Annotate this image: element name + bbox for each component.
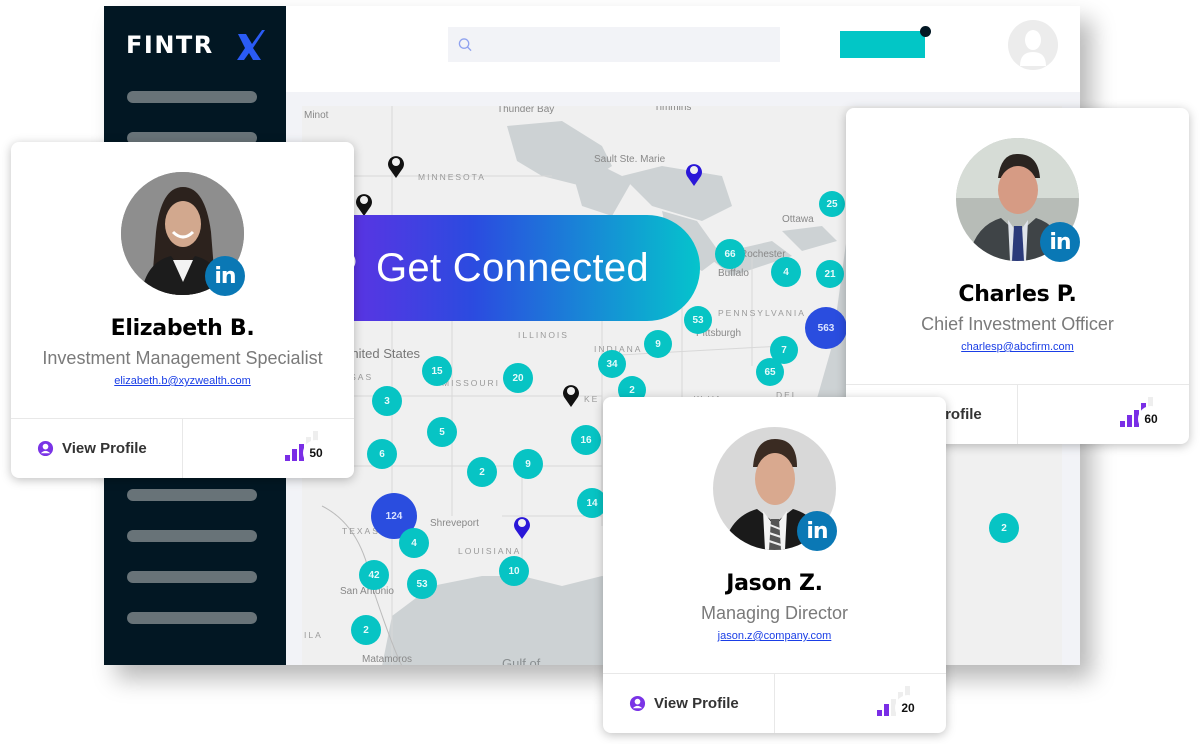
map-cluster[interactable]: 15 bbox=[422, 356, 452, 386]
map-cluster[interactable]: 53 bbox=[407, 569, 437, 599]
top-bar bbox=[286, 6, 1080, 92]
map-cluster[interactable]: 563 bbox=[805, 307, 847, 349]
get-connected-label: Get Connected bbox=[376, 245, 649, 290]
card-footer: View Profile 50 bbox=[11, 418, 354, 478]
map-cluster[interactable]: 2 bbox=[467, 457, 497, 487]
view-profile-label: View Profile bbox=[62, 440, 147, 457]
map-cluster[interactable]: 5 bbox=[427, 417, 457, 447]
profile-email-link[interactable]: elizabeth.b@xyzwealth.com bbox=[11, 375, 354, 387]
engagement-score: 50 bbox=[183, 419, 354, 478]
map-label-timmins: Timmins bbox=[654, 106, 692, 113]
map-cluster[interactable]: 6 bbox=[367, 439, 397, 469]
map-cluster[interactable]: 10 bbox=[499, 556, 529, 586]
view-profile-button[interactable]: View Profile bbox=[11, 419, 183, 478]
map-pin-icon[interactable] bbox=[684, 161, 704, 187]
profile-name: Charles P. bbox=[958, 282, 1077, 307]
view-profile-label: View Profile bbox=[654, 695, 739, 712]
map-pin-icon[interactable] bbox=[512, 514, 532, 540]
linkedin-icon[interactable]: in bbox=[797, 511, 837, 551]
sidebar-item-4[interactable] bbox=[127, 530, 257, 542]
sidebar-item-3[interactable] bbox=[127, 489, 257, 501]
map-pin-icon[interactable] bbox=[354, 191, 374, 217]
engagement-score: 60 bbox=[1018, 385, 1189, 444]
map-label-louisiana: LOUISIANA bbox=[458, 546, 522, 556]
map-cluster[interactable]: 66 bbox=[715, 239, 745, 269]
map-pin-icon[interactable] bbox=[561, 382, 581, 408]
map-cluster[interactable]: 53 bbox=[684, 306, 712, 334]
map-cluster[interactable]: 9 bbox=[644, 330, 672, 358]
view-profile-button[interactable]: View Profile bbox=[603, 674, 775, 733]
profile-title: Chief Investment Officer bbox=[921, 314, 1114, 334]
map-label-kentucky: KE bbox=[584, 394, 600, 404]
score-value: 60 bbox=[1138, 406, 1164, 432]
map-cluster[interactable]: 34 bbox=[598, 350, 626, 378]
search-icon bbox=[458, 37, 472, 51]
sidebar-item-1[interactable] bbox=[127, 91, 257, 103]
map-cluster[interactable]: 25 bbox=[819, 191, 845, 217]
map-label-illinois: ILLINOIS bbox=[518, 330, 569, 340]
map-cluster[interactable]: 42 bbox=[359, 560, 389, 590]
map-label-matamoros: Matamoros bbox=[362, 654, 413, 665]
map-label-thunder-bay: Thunder Bay bbox=[497, 106, 555, 115]
map-label-ottawa: Ottawa bbox=[782, 214, 814, 225]
linkedin-icon[interactable]: in bbox=[1040, 222, 1080, 262]
linkedin-icon[interactable]: in bbox=[205, 256, 245, 296]
map-cluster[interactable]: 21 bbox=[816, 260, 844, 288]
search-input[interactable] bbox=[478, 37, 780, 52]
primary-action-button[interactable] bbox=[840, 31, 925, 58]
map-cluster[interactable]: 4 bbox=[771, 257, 801, 287]
map-cluster[interactable]: 4 bbox=[399, 528, 429, 558]
sidebar-item-5[interactable] bbox=[127, 571, 257, 583]
profile-name: Elizabeth B. bbox=[110, 316, 255, 341]
engagement-score: 20 bbox=[775, 674, 946, 733]
score-value: 50 bbox=[303, 440, 329, 466]
profile-email-link[interactable]: jason.z@company.com bbox=[603, 630, 946, 642]
map-cluster[interactable]: 2 bbox=[989, 513, 1019, 543]
map-cluster[interactable]: 9 bbox=[513, 449, 543, 479]
map-label-shreveport: Shreveport bbox=[430, 518, 479, 529]
card-footer: View Profile 20 bbox=[603, 673, 946, 733]
map-label-buffalo: Buffalo bbox=[718, 268, 749, 279]
user-circle-icon bbox=[37, 440, 54, 457]
map-cluster[interactable]: 3 bbox=[372, 386, 402, 416]
profile-card-jason: in Jason Z. Managing Director jason.z@co… bbox=[603, 397, 946, 733]
user-circle-icon bbox=[629, 695, 646, 712]
map-cluster[interactable]: 20 bbox=[503, 363, 533, 393]
map-cluster[interactable]: 16 bbox=[571, 425, 601, 455]
map-cluster[interactable]: 65 bbox=[756, 358, 784, 386]
profile-email-link[interactable]: charlesp@abcfirm.com bbox=[846, 341, 1189, 353]
user-avatar-icon[interactable] bbox=[1008, 20, 1058, 70]
score-value: 20 bbox=[895, 695, 921, 721]
map-label-minot: Minot bbox=[304, 110, 329, 121]
map-label-missouri: MISSOURI bbox=[442, 378, 501, 388]
profile-name: Jason Z. bbox=[726, 571, 823, 596]
map-label-sault: Sault Ste. Marie bbox=[594, 154, 666, 165]
map-cluster[interactable]: 2 bbox=[351, 615, 381, 645]
search-box[interactable] bbox=[448, 27, 780, 62]
map-label-coahuila: ILA bbox=[304, 630, 323, 640]
map-label-gulf: Gulf of bbox=[502, 656, 541, 665]
profile-card-elizabeth: in Elizabeth B. Investment Management Sp… bbox=[11, 142, 354, 478]
logo-text: FINTR bbox=[126, 31, 214, 59]
profile-card-charles: in Charles P. Chief Investment Officer c… bbox=[846, 108, 1189, 444]
profile-title: Investment Management Specialist bbox=[42, 348, 323, 368]
map-label-pennsylvania: PENNSYLVANIA bbox=[718, 308, 806, 318]
map-pin-icon[interactable] bbox=[386, 153, 406, 179]
fintrx-logo[interactable]: FINTR bbox=[126, 26, 266, 62]
profile-title: Managing Director bbox=[700, 603, 849, 623]
notification-dot bbox=[920, 26, 931, 37]
map-label-minnesota: MINNESOTA bbox=[418, 172, 486, 182]
sidebar-item-6[interactable] bbox=[127, 612, 257, 624]
